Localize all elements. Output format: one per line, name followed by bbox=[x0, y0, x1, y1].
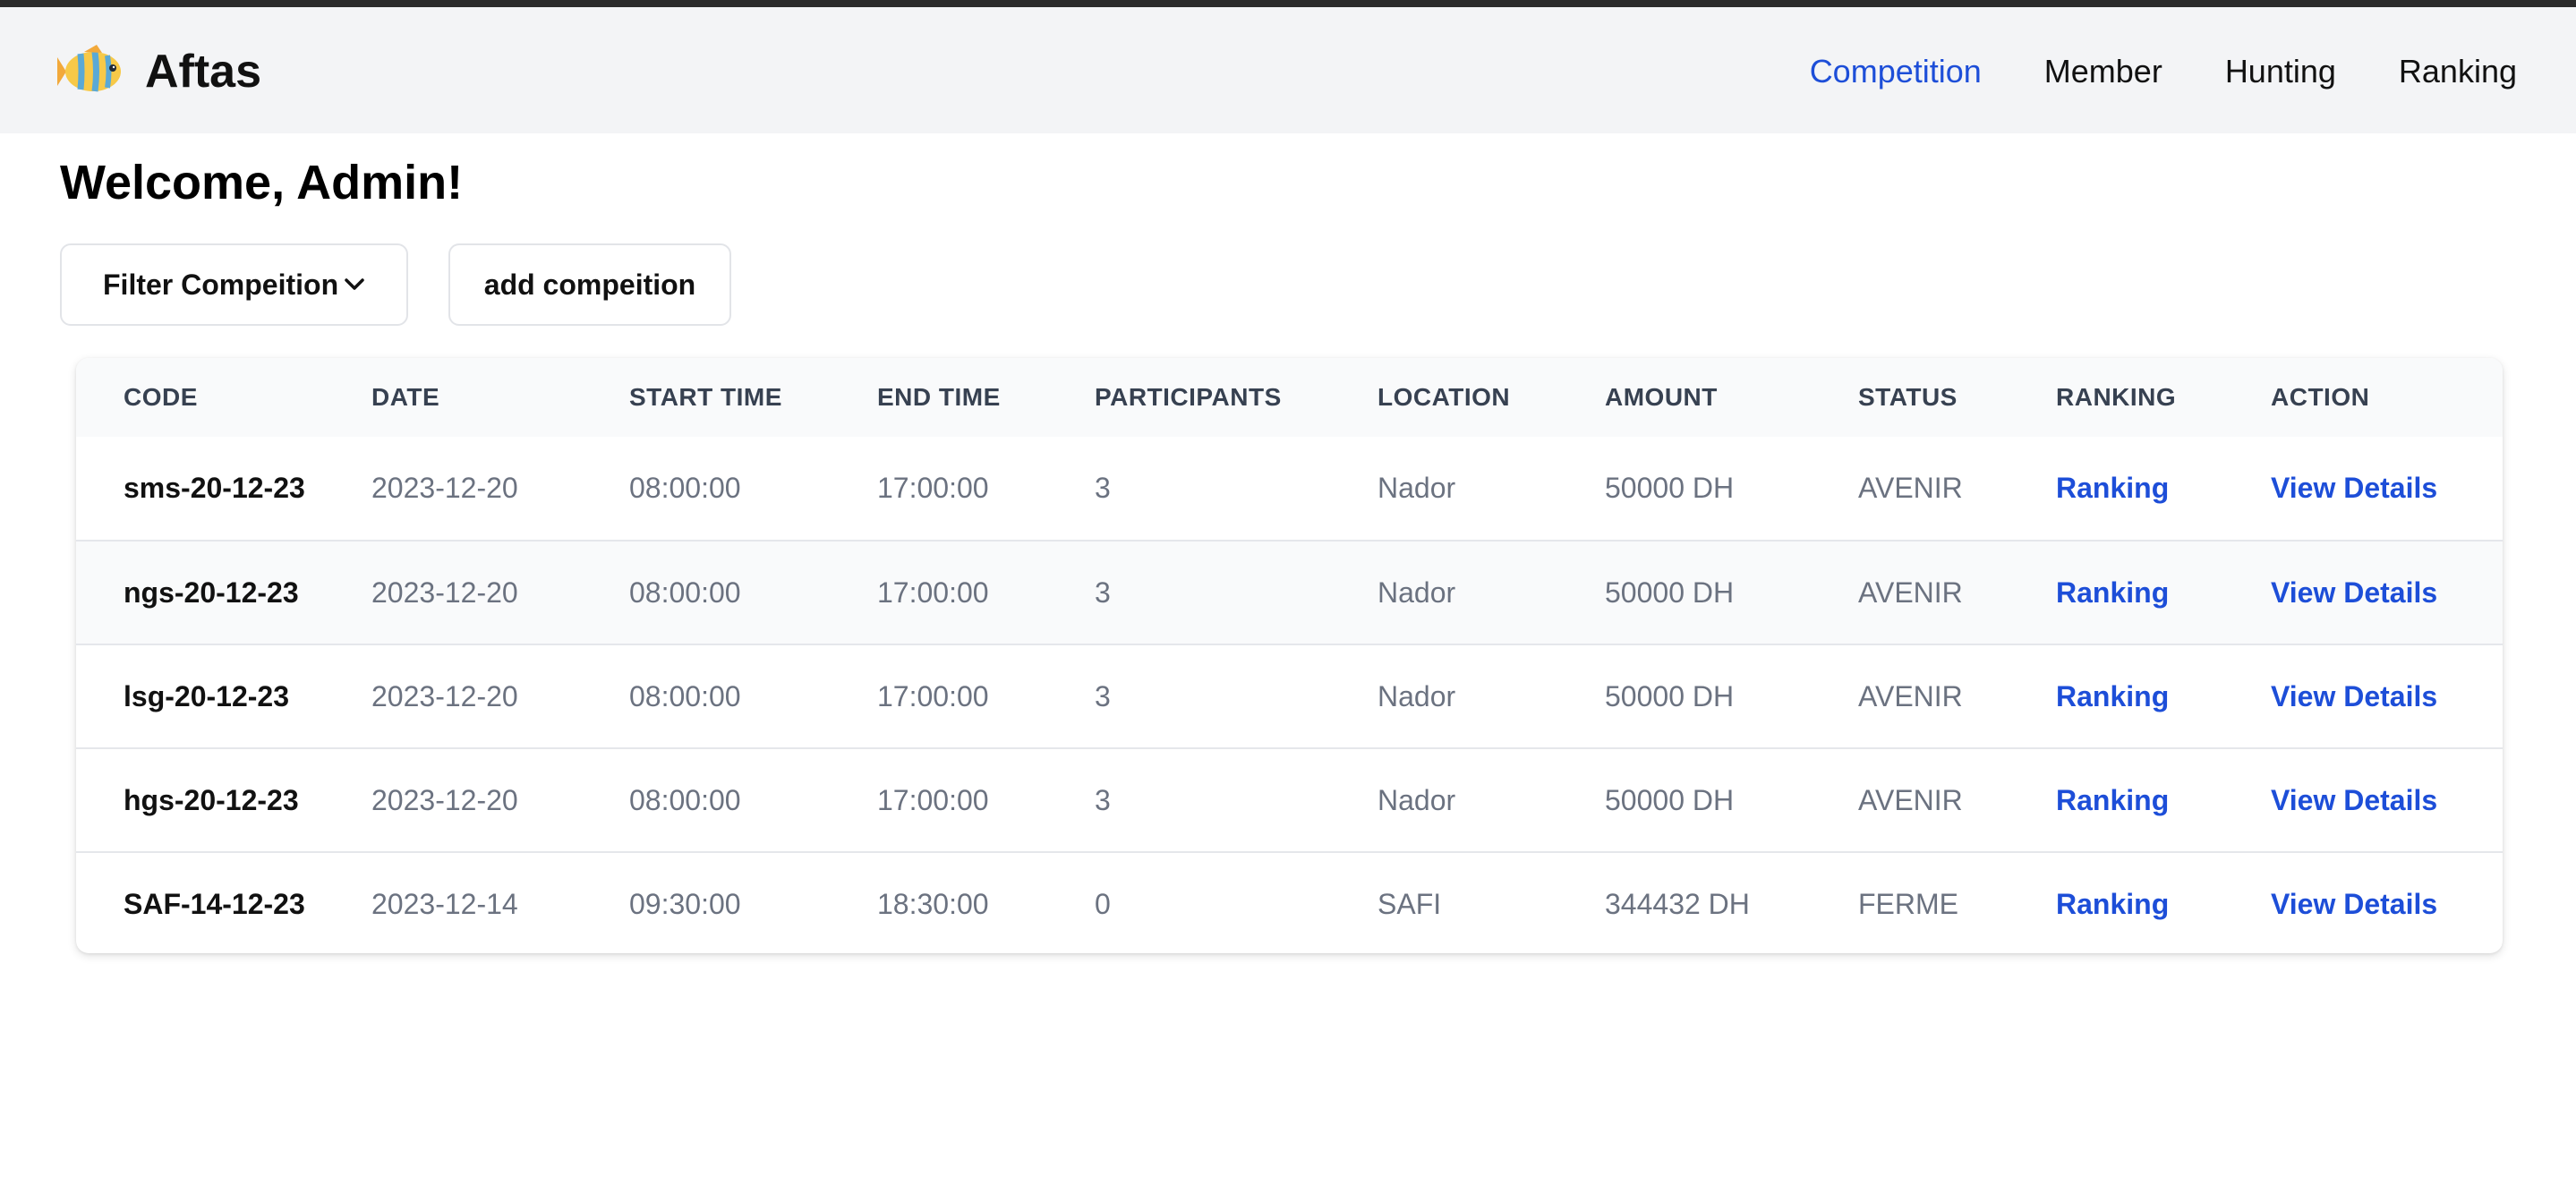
cell-action: View Details bbox=[2271, 437, 2503, 541]
cell-code: lsg-20-12-23 bbox=[124, 679, 289, 712]
navbar: Aftas Competition Member Hunting Ranking bbox=[0, 7, 2576, 133]
cell-start-time: 08:00:00 bbox=[629, 472, 741, 504]
ranking-link[interactable]: Ranking bbox=[2056, 680, 2169, 712]
cell-status: AVENIR bbox=[1858, 576, 1963, 609]
fish-icon bbox=[57, 45, 121, 92]
cell-code: hgs-20-12-23 bbox=[124, 783, 299, 816]
chevron-down-icon bbox=[345, 278, 364, 290]
cell-ranking: Ranking bbox=[2056, 437, 2271, 541]
view-details-link[interactable]: View Details bbox=[2271, 680, 2437, 712]
header-amount[interactable]: AMOUNT bbox=[1605, 358, 1858, 437]
cell-start-time: 09:30:00 bbox=[629, 888, 741, 920]
header-end-time[interactable]: END TIME bbox=[877, 358, 1095, 437]
cell-participants: 3 bbox=[1095, 679, 1111, 712]
nav-link-member[interactable]: Member bbox=[2044, 50, 2162, 93]
cell-end-time: 17:00:00 bbox=[877, 576, 989, 609]
table-header-row: CODE DATE START TIME END TIME PARTICIPAN… bbox=[76, 358, 2503, 437]
main-nav: Competition Member Hunting Ranking bbox=[1810, 50, 2517, 93]
table-row: hgs-20-12-23 2023-12-20 08:00:00 17:00:0… bbox=[76, 748, 2503, 852]
cell-action: View Details bbox=[2271, 644, 2503, 748]
table-row: sms-20-12-23 2023-12-20 08:00:00 17:00:0… bbox=[76, 437, 2503, 541]
cell-amount: 50000 DH bbox=[1605, 783, 1735, 816]
cell-start-time: 08:00:00 bbox=[629, 576, 741, 609]
cell-location: SAFI bbox=[1378, 888, 1442, 920]
ranking-link[interactable]: Ranking bbox=[2056, 888, 2169, 920]
header-date[interactable]: DATE bbox=[371, 358, 629, 437]
cell-status: AVENIR bbox=[1858, 679, 1963, 712]
cell-end-time: 17:00:00 bbox=[877, 679, 989, 712]
cell-date: 2023-12-20 bbox=[371, 679, 518, 712]
page-title: Welcome, Admin! bbox=[60, 156, 464, 209]
view-details-link[interactable]: View Details bbox=[2271, 784, 2437, 816]
cell-status: AVENIR bbox=[1858, 783, 1963, 816]
filter-competition-label: Filter Compeition bbox=[103, 268, 339, 301]
brand[interactable]: Aftas bbox=[57, 45, 261, 98]
cell-code: sms-20-12-23 bbox=[124, 472, 305, 504]
table-row: lsg-20-12-23 2023-12-20 08:00:00 17:00:0… bbox=[76, 644, 2503, 748]
cell-start-time: 08:00:00 bbox=[629, 783, 741, 816]
cell-ranking: Ranking bbox=[2056, 748, 2271, 852]
cell-location: Nador bbox=[1378, 576, 1456, 609]
cell-date: 2023-12-20 bbox=[371, 576, 518, 609]
nav-link-ranking[interactable]: Ranking bbox=[2399, 50, 2517, 93]
cell-date: 2023-12-20 bbox=[371, 783, 518, 816]
cell-amount: 50000 DH bbox=[1605, 679, 1735, 712]
cell-amount: 50000 DH bbox=[1605, 472, 1735, 504]
cell-date: 2023-12-20 bbox=[371, 472, 518, 504]
cell-participants: 0 bbox=[1095, 888, 1111, 920]
cell-ranking: Ranking bbox=[2056, 644, 2271, 748]
cell-code: SAF-14-12-23 bbox=[124, 888, 305, 920]
cell-end-time: 17:00:00 bbox=[877, 472, 989, 504]
header-code[interactable]: CODE bbox=[76, 358, 371, 437]
header-participants[interactable]: PARTICIPANTS bbox=[1095, 358, 1378, 437]
cell-ranking: Ranking bbox=[2056, 852, 2271, 953]
cell-status: FERME bbox=[1858, 888, 1958, 920]
cell-participants: 3 bbox=[1095, 783, 1111, 816]
header-status[interactable]: STATUS bbox=[1858, 358, 2056, 437]
competitions-table: CODE DATE START TIME END TIME PARTICIPAN… bbox=[76, 358, 2503, 953]
ranking-link[interactable]: Ranking bbox=[2056, 784, 2169, 816]
header-ranking[interactable]: RANKING bbox=[2056, 358, 2271, 437]
table-row: ngs-20-12-23 2023-12-20 08:00:00 17:00:0… bbox=[76, 541, 2503, 644]
cell-participants: 3 bbox=[1095, 576, 1111, 609]
header-action[interactable]: ACTION bbox=[2271, 358, 2503, 437]
cell-action: View Details bbox=[2271, 748, 2503, 852]
filter-competition-dropdown[interactable]: Filter Compeition bbox=[60, 243, 408, 326]
ranking-link[interactable]: Ranking bbox=[2056, 576, 2169, 609]
add-competition-button[interactable]: add compeition bbox=[448, 243, 731, 326]
header-start-time[interactable]: START TIME bbox=[629, 358, 877, 437]
view-details-link[interactable]: View Details bbox=[2271, 576, 2437, 609]
cell-amount: 344432 DH bbox=[1605, 888, 1750, 920]
competitions-table-card: CODE DATE START TIME END TIME PARTICIPAN… bbox=[76, 358, 2503, 953]
cell-action: View Details bbox=[2271, 541, 2503, 644]
cell-code: ngs-20-12-23 bbox=[124, 576, 299, 609]
cell-location: Nador bbox=[1378, 783, 1456, 816]
cell-status: AVENIR bbox=[1858, 472, 1963, 504]
window-top-border bbox=[0, 0, 2576, 7]
cell-location: Nador bbox=[1378, 472, 1456, 504]
view-details-link[interactable]: View Details bbox=[2271, 472, 2437, 504]
cell-location: Nador bbox=[1378, 679, 1456, 712]
cell-ranking: Ranking bbox=[2056, 541, 2271, 644]
cell-participants: 3 bbox=[1095, 472, 1111, 504]
ranking-link[interactable]: Ranking bbox=[2056, 472, 2169, 504]
brand-name: Aftas bbox=[145, 46, 262, 98]
cell-date: 2023-12-14 bbox=[371, 888, 518, 920]
cell-amount: 50000 DH bbox=[1605, 576, 1735, 609]
cell-action: View Details bbox=[2271, 852, 2503, 953]
cell-end-time: 18:30:00 bbox=[877, 888, 989, 920]
header-location[interactable]: LOCATION bbox=[1378, 358, 1605, 437]
cell-end-time: 17:00:00 bbox=[877, 783, 989, 816]
nav-link-hunting[interactable]: Hunting bbox=[2225, 50, 2336, 93]
nav-link-competition[interactable]: Competition bbox=[1810, 50, 1982, 93]
table-row: SAF-14-12-23 2023-12-14 09:30:00 18:30:0… bbox=[76, 852, 2503, 953]
view-details-link[interactable]: View Details bbox=[2271, 888, 2437, 920]
cell-start-time: 08:00:00 bbox=[629, 679, 741, 712]
